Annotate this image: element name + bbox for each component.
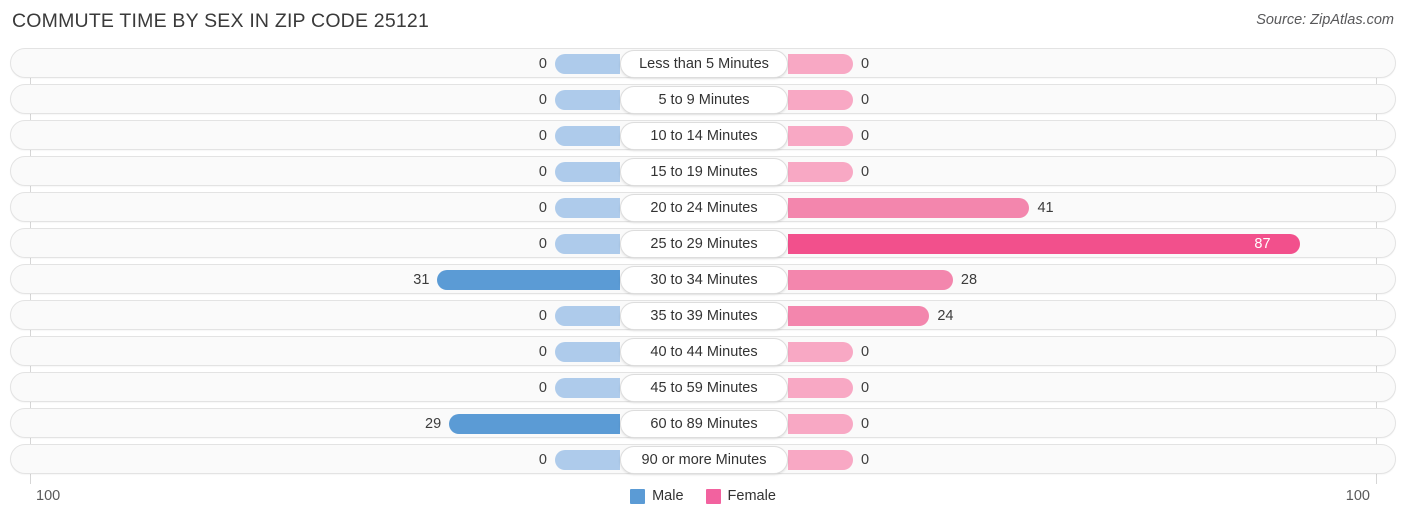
category-label: 25 to 29 Minutes [650,236,758,252]
category-label: Less than 5 Minutes [639,56,769,72]
plot-area: 0 0 Less than 5 Minutes 0 0 5 to 9 Minutes 0 0 1… [0,48,1406,484]
value-label-male: 0 [538,164,547,180]
bar-female [788,90,853,110]
value-label-female: 24 [937,308,954,324]
value-label-female: 0 [861,452,870,468]
bar-female [788,54,853,74]
category-label: 30 to 34 Minutes [650,272,758,288]
value-label-female: 28 [960,272,978,288]
category-label: 10 to 14 Minutes [650,128,758,144]
value-label-female: 0 [861,56,870,72]
bar-male [449,414,620,434]
page-title: COMMUTE TIME BY SEX IN ZIP CODE 25121 [12,10,430,32]
table-row: 0 0 90 or more Minutes [10,444,1396,474]
chart-header: COMMUTE TIME BY SEX IN ZIP CODE 25121 So… [0,0,1406,44]
value-label-male: 31 [413,272,430,288]
legend-item-female[interactable]: Female [705,488,776,504]
bar-female [788,342,853,362]
category-label-pill: 15 to 19 Minutes [620,158,788,186]
value-label-female: 0 [861,416,870,432]
value-label-female: 0 [861,164,870,180]
legend-label: Male [652,488,684,504]
category-label: 15 to 19 Minutes [650,164,758,180]
value-label-male: 0 [538,92,547,108]
chart-legend: Male Female [0,488,1406,504]
value-label-male: 29 [425,416,442,432]
value-label-female: 0 [861,344,870,360]
bar-male [555,450,620,470]
table-row: 0 0 10 to 14 Minutes [10,120,1396,150]
table-row: 29 0 60 to 89 Minutes [10,408,1396,438]
value-label-female: 0 [861,128,870,144]
value-label-male: 0 [538,380,547,396]
category-label-pill: 60 to 89 Minutes [620,410,788,438]
chart-footer: 100 100 Male Female [0,484,1406,522]
bar-female [788,378,853,398]
table-row: 0 87 25 to 29 Minutes [10,228,1396,258]
value-label-male: 0 [538,200,547,216]
value-label-male: 0 [538,308,547,324]
table-row: 0 0 5 to 9 Minutes [10,84,1396,114]
table-row: 0 41 20 to 24 Minutes [10,192,1396,222]
bar-male [555,234,620,254]
value-label-male: 0 [538,236,547,252]
bar-female [788,306,930,326]
bar-female [788,270,953,290]
bar-female [788,414,853,434]
table-row: 0 0 40 to 44 Minutes [10,336,1396,366]
legend-swatch-icon [630,488,646,504]
table-row: 0 24 35 to 39 Minutes [10,300,1396,330]
bar-male [555,378,620,398]
category-label-pill: Less than 5 Minutes [620,50,788,78]
table-row: 0 0 Less than 5 Minutes [10,48,1396,78]
category-label: 5 to 9 Minutes [658,92,750,108]
legend-label: Female [727,488,776,504]
table-row: 31 28 30 to 34 Minutes [10,264,1396,294]
category-label-pill: 90 or more Minutes [620,446,788,474]
category-label-pill: 5 to 9 Minutes [620,86,788,114]
category-label-pill: 45 to 59 Minutes [620,374,788,402]
bar-female [788,234,1301,254]
category-label: 90 or more Minutes [641,452,767,468]
bar-male [555,126,620,146]
category-label: 45 to 59 Minutes [650,380,758,396]
category-label-pill: 40 to 44 Minutes [620,338,788,366]
value-label-female: 41 [1037,200,1054,216]
bar-female [788,198,1030,218]
value-label-female: 0 [861,380,870,396]
value-label-female: 0 [861,92,870,108]
bar-male [555,198,620,218]
category-label-pill: 25 to 29 Minutes [620,230,788,258]
category-label: 60 to 89 Minutes [650,416,758,432]
bar-male [437,270,620,290]
table-row: 0 0 45 to 59 Minutes [10,372,1396,402]
source-attribution: Source: ZipAtlas.com [1256,12,1394,28]
category-label-pill: 10 to 14 Minutes [620,122,788,150]
legend-item-male[interactable]: Male [630,488,684,504]
legend-swatch-icon [705,488,721,504]
value-label-female: 87 [1254,236,1271,252]
value-label-male: 0 [538,344,547,360]
category-label-pill: 20 to 24 Minutes [620,194,788,222]
bar-male [555,306,620,326]
bar-female [788,450,853,470]
bar-male [555,342,620,362]
bar-male [555,162,620,182]
bar-male [555,90,620,110]
chart-root: COMMUTE TIME BY SEX IN ZIP CODE 25121 So… [0,0,1406,522]
bar-female [788,162,853,182]
category-label-pill: 35 to 39 Minutes [620,302,788,330]
value-label-male: 0 [538,56,547,72]
bar-male [555,54,620,74]
bar-female [788,126,853,146]
category-label: 40 to 44 Minutes [650,344,758,360]
table-row: 0 0 15 to 19 Minutes [10,156,1396,186]
category-label: 20 to 24 Minutes [650,200,758,216]
category-label: 35 to 39 Minutes [650,308,758,324]
value-label-male: 0 [538,452,547,468]
value-label-male: 0 [538,128,547,144]
category-label-pill: 30 to 34 Minutes [620,266,788,294]
